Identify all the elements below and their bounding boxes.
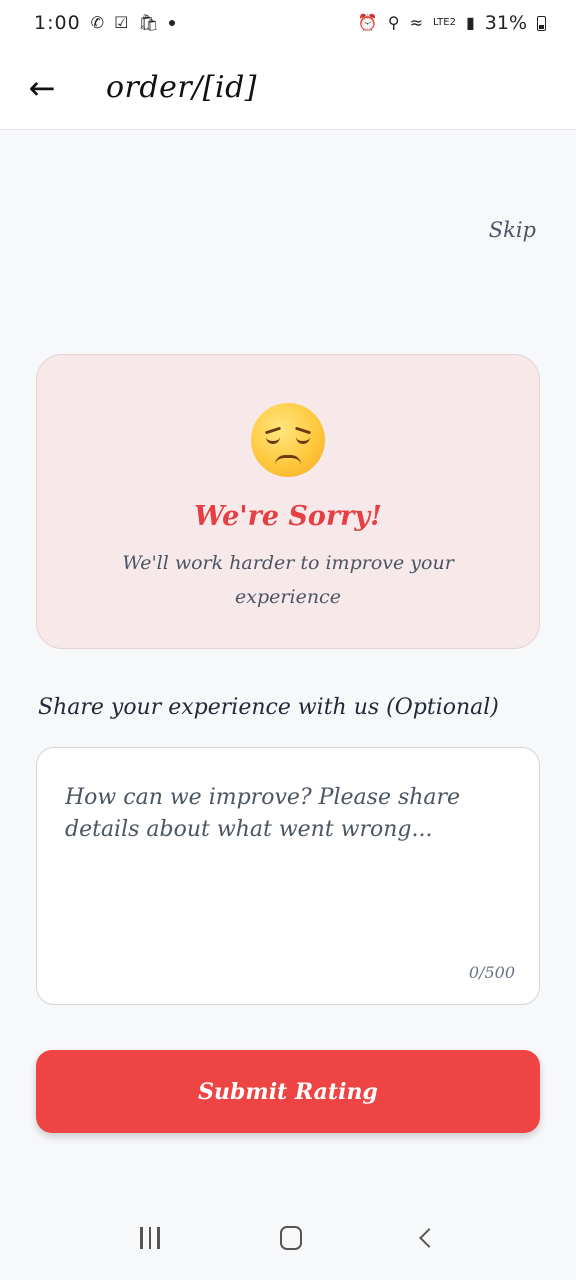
sorry-subtitle: We'll work harder to improve your experi… (122, 552, 454, 608)
char-counter: 0/500 (468, 963, 515, 982)
sorry-title: We're Sorry! (194, 501, 382, 532)
back-button[interactable]: ← (0, 46, 84, 130)
battery-percent: 31% (484, 12, 527, 34)
app-bar: ← order/[id] (0, 46, 576, 130)
whatsapp-icon: ✆ (90, 13, 105, 32)
disappointed-face-icon (251, 403, 325, 477)
shopping-bag-icon: 🛍 (138, 13, 159, 32)
submit-rating-button[interactable]: Submit Rating (36, 1050, 540, 1133)
nav-back-icon[interactable] (418, 1227, 439, 1248)
feedback-box: 0/500 (36, 747, 540, 1005)
status-bar-left: 1:00 ✆ ☑ 🛍 (34, 12, 175, 34)
system-nav-bar (0, 1195, 576, 1280)
location-icon: ⚲ (387, 13, 400, 32)
skip-button[interactable]: Skip (489, 218, 536, 242)
network-type-label: LTE2 (432, 17, 456, 28)
feedback-textarea[interactable] (65, 782, 515, 952)
wifi-icon: ≈ (409, 13, 423, 32)
feedback-label: Share your experience with us (Optional) (38, 695, 499, 720)
status-bar-right: ⏰ ⚲ ≈ LTE2 ▮ 31% (358, 12, 546, 34)
battery-icon (537, 15, 546, 31)
recents-icon[interactable] (140, 1226, 160, 1249)
page-title: order/[id] (106, 70, 258, 105)
more-notifications-dot-icon (168, 20, 175, 26)
checkbox-notification-icon: ☑ (114, 13, 129, 32)
sorry-card: We're Sorry! We'll work harder to improv… (36, 354, 540, 649)
status-bar: 1:00 ✆ ☑ 🛍 ⏰ ⚲ ≈ LTE2 ▮ 31% (0, 0, 576, 46)
signal-icon: ▮ (465, 13, 475, 32)
arrow-left-icon: ← (28, 68, 56, 107)
alarm-icon: ⏰ (357, 13, 378, 32)
status-time: 1:00 (34, 12, 81, 34)
home-icon[interactable] (279, 1225, 302, 1250)
